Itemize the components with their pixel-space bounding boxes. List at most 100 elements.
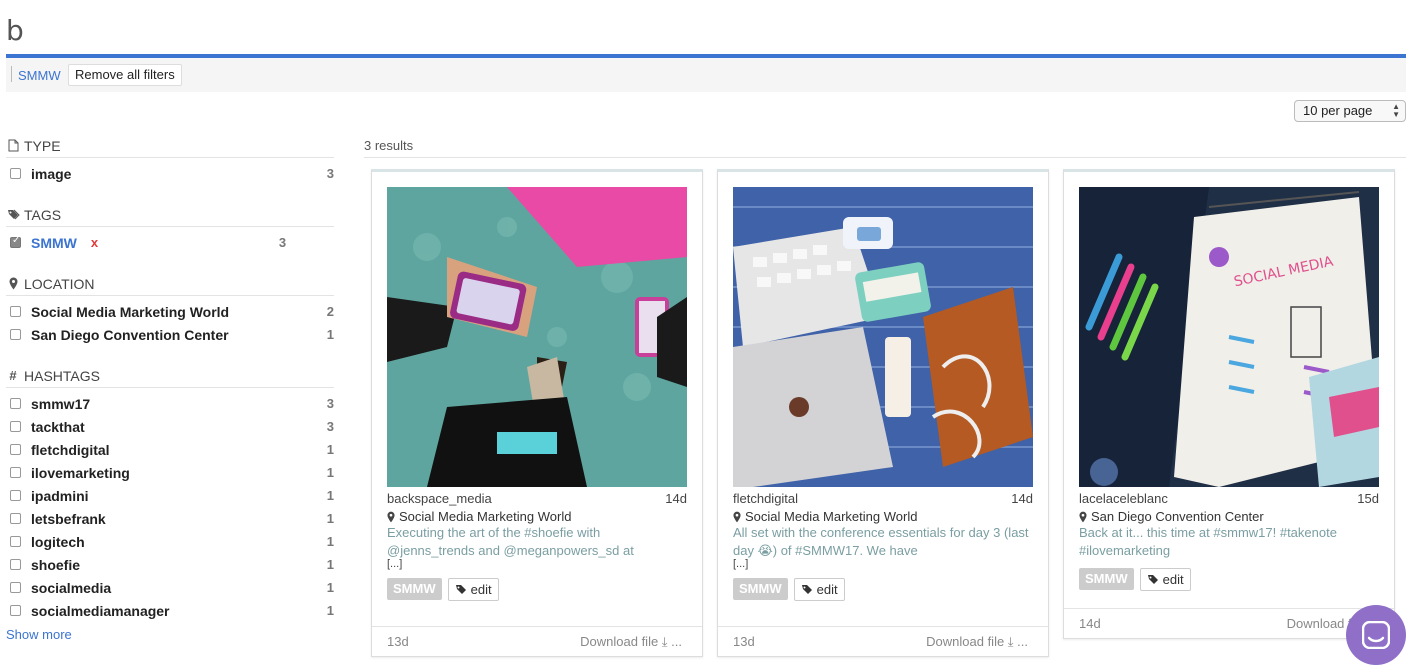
checkbox[interactable] [10,168,21,179]
facet-count: 1 [326,442,334,457]
file-icon [6,139,20,152]
tag-badge[interactable]: SMMW [1079,568,1134,590]
edit-tags-button[interactable]: edit [1139,568,1191,591]
type-facet: TYPE image 3 [6,134,334,185]
checkbox[interactable] [10,306,21,317]
facet-item-hashtag[interactable]: logitech 1 [6,530,334,553]
location-row: Social Media Marketing World [387,509,687,524]
facet-item-hashtag[interactable]: socialmediamanager 1 [6,599,334,622]
edit-tags-button[interactable]: edit [447,578,499,601]
app-title: b [6,14,24,47]
facet-label: image [31,165,72,182]
media-meta: backspace_media 14d Social Media Marketi… [387,491,687,601]
tag-icon [801,585,812,594]
remove-all-filters-button[interactable]: Remove all filters [68,64,182,86]
media-meta: fletchdigital 14d Social Media Marketing… [733,491,1033,601]
download-file-link[interactable]: Download file ⤓ ... [580,634,682,650]
facet-count: 1 [326,465,334,480]
checkbox[interactable] [10,536,21,547]
select-arrows-icon: ▲ ▼ [1392,102,1400,119]
checkbox[interactable] [10,398,21,409]
checkbox[interactable] [10,421,21,432]
facet-item-hashtag[interactable]: tackthat 3 [6,415,334,438]
facet-heading-tags: TAGS [6,203,334,227]
username-link[interactable]: lacelaceleblanc [1079,491,1379,506]
tag-icon [455,585,466,594]
post-age: 15d [1357,491,1379,506]
remove-tag-filter-icon[interactable]: x [91,235,98,250]
facet-label: ipadmini [31,487,89,504]
facet-heading-label: TAGS [24,206,62,223]
facet-label: fletchdigital [31,441,110,458]
edit-label: edit [1162,572,1184,587]
checkbox[interactable] [10,559,21,570]
facet-count: 1 [326,511,334,526]
facet-label: shoefie [31,556,81,573]
hashtags-facet: # HASHTAGS smmw17 3 tackthat 3 fletchdigit… [6,364,334,642]
facet-item-hashtag[interactable]: socialmedia 1 [6,576,334,599]
checkbox[interactable] [10,467,21,478]
checkbox[interactable] [10,444,21,455]
checkbox[interactable] [10,582,21,593]
facet-item-hashtag[interactable]: letsbefrank 1 [6,507,334,530]
facet-item-image[interactable]: image 3 [6,162,334,185]
facet-count: 1 [326,557,334,572]
checkbox[interactable] [10,329,21,340]
facet-heading-label: LOCATION [24,275,95,292]
post-age: 14d [665,491,687,506]
footer-age: 13d [387,634,409,649]
location-label: San Diego Convention Center [1091,509,1264,524]
facet-count: 1 [326,488,334,503]
facet-heading-label: TYPE [24,137,61,154]
active-filters-bar: SMMW Remove all filters [6,58,1406,92]
map-marker-icon [6,277,20,290]
media-image[interactable] [733,187,1033,487]
download-file-link[interactable]: Download file ⤓ ... [926,634,1028,650]
tags-facet: TAGS SMMW x 3 [6,203,334,254]
facet-label: Social Media Marketing World [31,303,230,320]
checkbox[interactable] [10,513,21,524]
per-page-select[interactable]: 10 per page ▲ ▼ [1294,100,1406,122]
facet-count: 2 [326,304,334,319]
facet-label: ilovemarketing [31,464,130,481]
media-card: SOCIAL MEDIA lacelaceleblanc 15d San Die… [1063,169,1395,639]
location-row: San Diego Convention Center [1079,509,1379,524]
facet-item-hashtag[interactable]: ipadmini 1 [6,484,334,507]
checkbox[interactable] [10,605,21,616]
edit-tags-button[interactable]: edit [793,578,845,601]
facet-label: SMMW [31,234,77,251]
facet-item-location[interactable]: San Diego Convention Center 1 [6,323,334,346]
checkbox[interactable] [10,490,21,501]
location-label: Social Media Marketing World [745,509,918,524]
tags-icon [6,209,20,221]
facet-item-hashtag[interactable]: ilovemarketing 1 [6,461,334,484]
tag-row: SMMW edit [1079,568,1379,591]
media-meta: lacelaceleblanc 15d San Diego Convention… [1079,491,1379,591]
username-link[interactable]: fletchdigital [733,491,1033,506]
show-more-link[interactable]: Show more [6,627,334,642]
facet-heading-label: HASHTAGS [24,367,100,384]
facet-label: logitech [31,533,85,550]
tag-badge[interactable]: SMMW [733,578,788,600]
caption: Executing the art of the #shoefie with @… [387,525,634,558]
edit-label: edit [470,582,492,597]
checkbox-checked[interactable] [10,235,21,248]
facet-item-smmw[interactable]: SMMW x 3 [6,231,334,254]
facet-sidebar: TYPE image 3 TAGS SMMW x 3 L [6,134,334,642]
map-marker-icon [387,511,395,522]
divider [11,66,12,82]
facet-item-location[interactable]: Social Media Marketing World 2 [6,300,334,323]
facet-count: 1 [326,534,334,549]
facet-count: 3 [326,396,334,411]
facet-count: 3 [326,419,334,434]
tag-row: SMMW edit [387,578,687,601]
facet-item-hashtag[interactable]: fletchdigital 1 [6,438,334,461]
media-image[interactable]: SOCIAL MEDIA [1079,187,1379,487]
chat-launcher-button[interactable] [1346,605,1406,665]
username-link[interactable]: backspace_media [387,491,687,506]
tag-badge[interactable]: SMMW [387,578,442,600]
active-filter-chip[interactable]: SMMW [18,68,61,83]
facet-item-hashtag[interactable]: shoefie 1 [6,553,334,576]
facet-item-hashtag[interactable]: smmw17 3 [6,392,334,415]
media-image[interactable] [387,187,687,487]
